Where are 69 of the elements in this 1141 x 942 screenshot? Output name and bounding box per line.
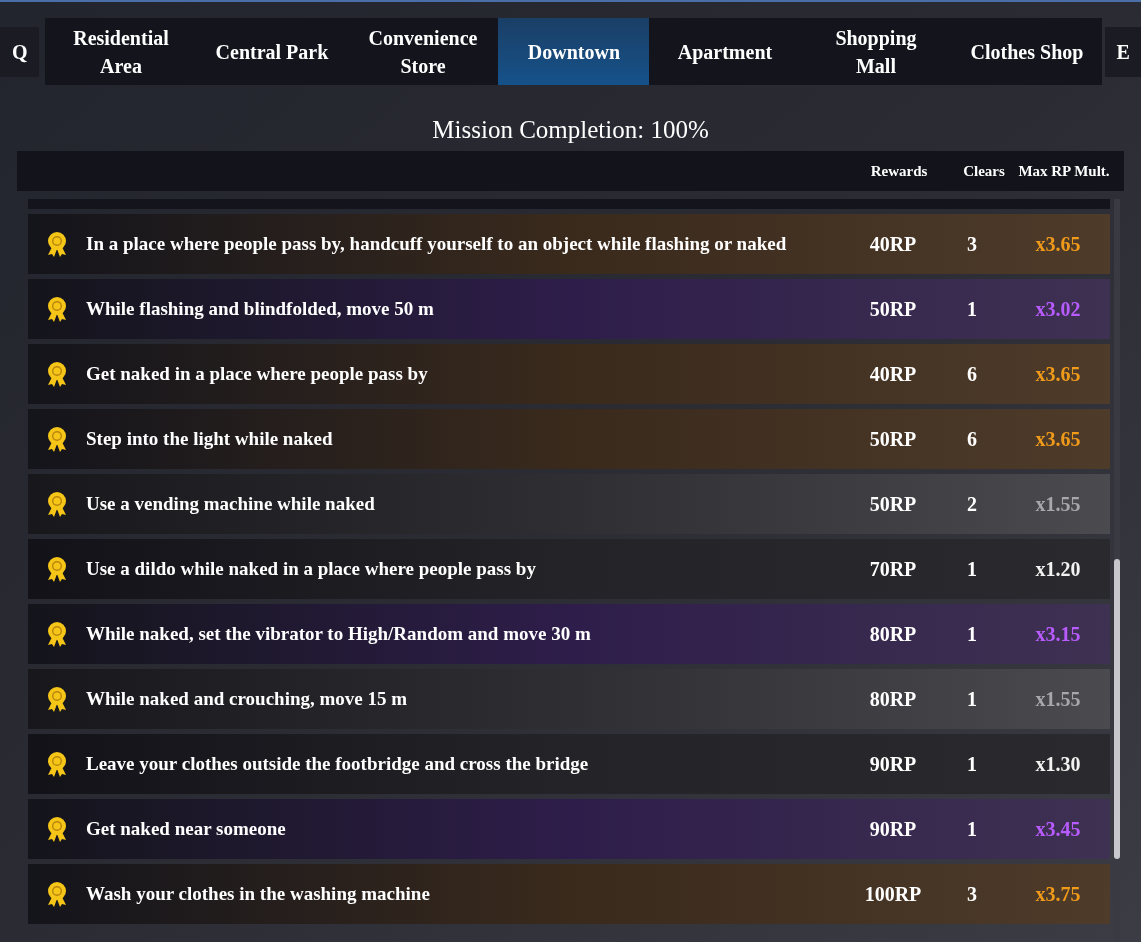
- multiplier-value: x1.55: [1034, 687, 1082, 712]
- location-tab[interactable]: Downtown: [498, 18, 650, 85]
- mission-text: Wash your clothes in the washing machine: [86, 882, 431, 906]
- medal-icon: [45, 815, 69, 843]
- mission-text: Use a vending machine while naked: [86, 492, 376, 516]
- scrollbar-thumb[interactable]: [1114, 559, 1120, 859]
- clears-value: 1: [966, 622, 978, 647]
- reward-value: 100RP: [863, 882, 923, 907]
- mission-completion-title: Mission Completion: 100%: [432, 115, 709, 145]
- multiplier-value: x3.65: [1034, 427, 1082, 452]
- medal-icon: [45, 685, 69, 713]
- clears-value: 6: [966, 362, 978, 387]
- mission-text: While naked, set the vibrator to High/Random and move 30 m: [86, 622, 592, 646]
- clears-value: 3: [966, 232, 978, 257]
- location-tab[interactable]: Clothes Shop: [951, 18, 1103, 85]
- mission-text: Get naked near someone: [86, 817, 287, 841]
- reward-value: 40RP: [868, 232, 918, 257]
- multiplier-value: x3.15: [1034, 622, 1082, 647]
- multiplier-value: x1.20: [1034, 557, 1082, 582]
- next-key-button[interactable]: E: [1105, 26, 1141, 77]
- reward-value: 90RP: [868, 817, 918, 842]
- medal-icon: [45, 425, 69, 453]
- mission-text: Leave your clothes outside the footbridge and cross the bridge: [86, 752, 590, 776]
- mission-text: Step into the light while naked: [86, 427, 334, 451]
- reward-value: 70RP: [868, 557, 918, 582]
- medal-icon: [45, 750, 69, 778]
- location-tab[interactable]: Shopping Mall: [800, 18, 952, 85]
- medal-icon: [45, 490, 69, 518]
- clears-value: 6: [966, 427, 978, 452]
- medal-icon: [45, 880, 69, 908]
- mission-text: Get naked in a place where people pass by: [86, 362, 429, 386]
- mission-text: While naked and crouching, move 15 m: [86, 687, 409, 711]
- reward-value: 40RP: [868, 362, 918, 387]
- location-tab[interactable]: Convenience Store: [347, 18, 499, 85]
- reward-value: 80RP: [868, 622, 918, 647]
- mission-text: In a place where people pass by, handcuff yourself to an object while flashing or naked: [86, 232, 788, 256]
- clears-value: 1: [966, 817, 978, 842]
- location-tab[interactable]: Apartment: [649, 18, 801, 85]
- multiplier-value: x1.55: [1034, 492, 1082, 517]
- clears-value: 3: [966, 882, 978, 907]
- medal-icon: [45, 555, 69, 583]
- reward-value: 90RP: [868, 752, 918, 777]
- location-tab[interactable]: Central Park: [196, 18, 348, 85]
- prev-key-button[interactable]: Q: [0, 26, 40, 77]
- multiplier-value: x3.75: [1034, 882, 1082, 907]
- medal-icon: [45, 295, 69, 323]
- reward-value: 50RP: [868, 492, 918, 517]
- clears-value: 2: [966, 492, 978, 517]
- location-tab[interactable]: Residential Area: [45, 18, 197, 85]
- medal-icon: [45, 360, 69, 388]
- mission-text: Use a dildo while naked in a place where people pass by: [86, 557, 537, 581]
- multiplier-value: x3.45: [1034, 817, 1082, 842]
- reward-value: 50RP: [868, 427, 918, 452]
- clears-value: 1: [966, 687, 978, 712]
- clears-value: 1: [966, 557, 978, 582]
- column-header: Max RP Mult.: [1017, 161, 1111, 181]
- clears-value: 1: [966, 752, 978, 777]
- column-header: Rewards: [869, 161, 929, 181]
- reward-value: 80RP: [868, 687, 918, 712]
- multiplier-value: x3.02: [1034, 297, 1082, 322]
- multiplier-value: x3.65: [1034, 362, 1082, 387]
- medal-icon: [45, 620, 69, 648]
- multiplier-value: x1.30: [1034, 752, 1082, 777]
- mission-text: While flashing and blindfolded, move 50 m: [86, 297, 435, 321]
- reward-value: 50RP: [868, 297, 918, 322]
- clears-value: 1: [966, 297, 978, 322]
- multiplier-value: x3.65: [1034, 232, 1082, 257]
- medal-icon: [45, 230, 69, 258]
- column-header: Clears: [962, 161, 1006, 181]
